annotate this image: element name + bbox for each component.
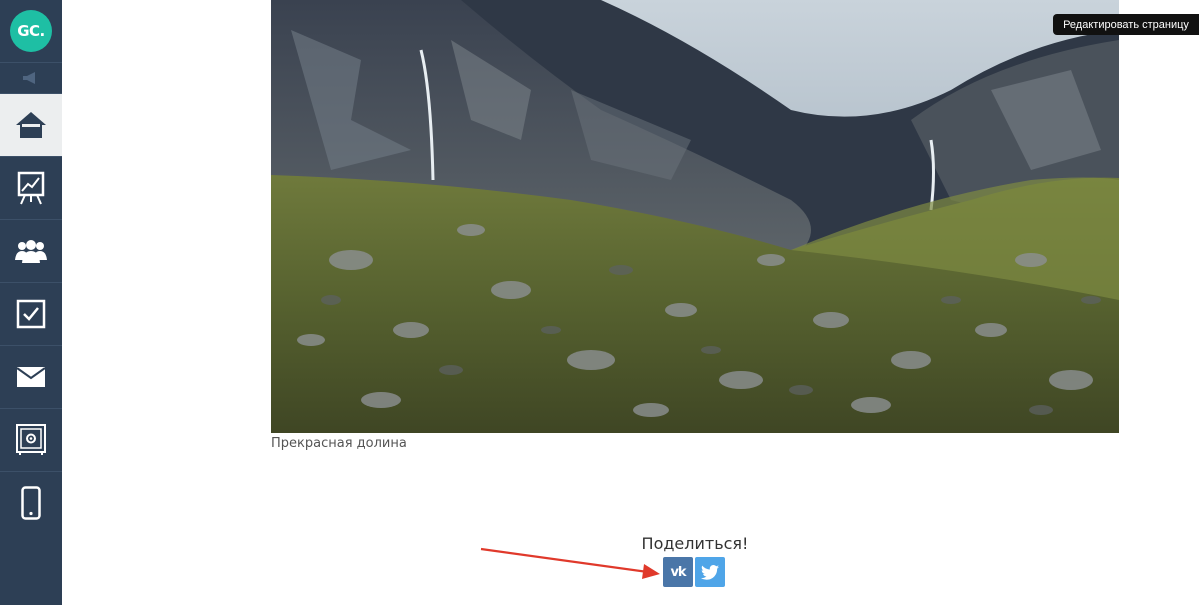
share-twitter-button[interactable] (695, 557, 725, 587)
annotation-arrow (480, 547, 660, 579)
megaphone-icon (23, 72, 35, 84)
sidebar-item-analytics[interactable] (0, 156, 62, 219)
sidebar-item-tasks[interactable] (0, 282, 62, 345)
vk-icon: vk (670, 564, 686, 580)
home-icon (16, 112, 46, 138)
logo-container: GC. (0, 0, 62, 62)
users-icon (15, 240, 47, 263)
twitter-icon (701, 564, 719, 580)
share-vk-button[interactable]: vk (663, 557, 693, 587)
sidebar-item-safe[interactable] (0, 408, 62, 471)
sidebar-item-home[interactable] (0, 93, 62, 156)
sidebar-toggle[interactable] (0, 62, 62, 93)
tasks-checkbox-icon (16, 299, 46, 329)
image-caption: Прекрасная долина (271, 436, 407, 451)
landscape-image (271, 0, 1119, 433)
sidebar: GC. (0, 0, 62, 605)
logo[interactable]: GC. (10, 10, 52, 52)
chart-board-icon (17, 171, 45, 205)
mobile-icon (21, 486, 41, 520)
edit-page-button[interactable]: Редактировать страницу (1053, 14, 1199, 35)
sidebar-item-users[interactable] (0, 219, 62, 282)
sidebar-item-mobile[interactable] (0, 471, 62, 534)
mail-icon (16, 367, 46, 387)
safe-icon (16, 424, 46, 455)
sidebar-item-mail[interactable] (0, 345, 62, 408)
